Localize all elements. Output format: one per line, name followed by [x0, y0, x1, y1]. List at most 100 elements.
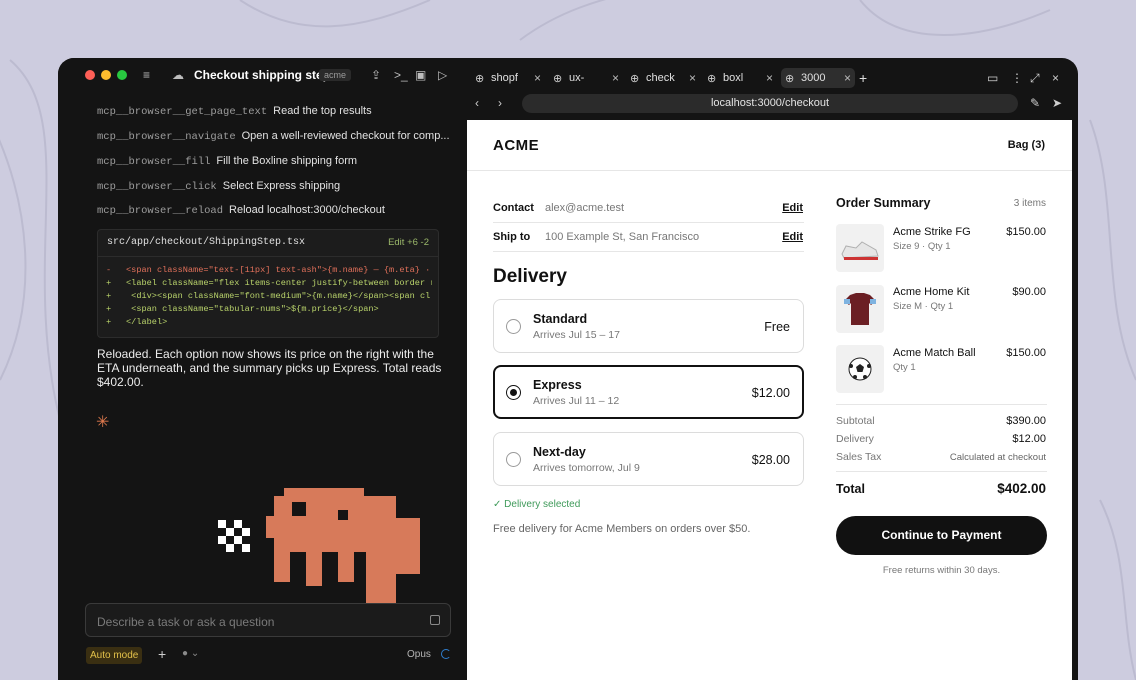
prompt-placeholder: Describe a task or ask a question [97, 615, 275, 629]
menu-icon[interactable]: ≡ [143, 68, 150, 82]
close-icon[interactable]: × [1052, 71, 1059, 85]
divider [493, 251, 804, 252]
model-selector[interactable]: Opus [407, 649, 431, 660]
stop-icon[interactable] [430, 615, 440, 625]
browser-tab[interactable]: ⊕ boxl × [703, 68, 777, 88]
cloud-icon: ☁ [172, 68, 184, 82]
free-delivery-note: Free delivery for Acme Members on orders… [493, 523, 751, 535]
prompt-input[interactable]: Describe a task or ask a question [85, 603, 451, 637]
item-name: Acme Home Kit [893, 286, 970, 298]
delivery-label: Delivery [836, 433, 874, 445]
globe-icon: ⊕ [475, 73, 485, 85]
expand-icon[interactable]: ⤢ [1030, 71, 1040, 86]
item-count: 3 items [1013, 198, 1046, 209]
diff-filename: src/app/checkout/ShippingStep.tsx [107, 237, 306, 248]
diff-line: + <label className="flex items-center jus… [106, 278, 432, 288]
diff-line: + <span className="tabular-nums">${m.pri… [106, 304, 379, 314]
subtotal-value: $390.00 [1006, 415, 1046, 427]
add-icon[interactable]: + [158, 646, 166, 662]
subtotal-label: Subtotal [836, 415, 875, 427]
continue-to-payment-button[interactable]: Continue to Payment [836, 516, 1047, 555]
play-icon[interactable]: ▷ [438, 68, 447, 82]
assistant-message: Reloaded. Each option now shows its pric… [97, 347, 442, 389]
tool-call[interactable]: mcp__browser__fill Fill the Boxline shipp… [97, 155, 357, 168]
browser-pane: ⊕ shopf × ⊕ ux- × ⊕ check × ⊕ boxl × ⊕ 3 [467, 66, 1072, 680]
returns-note: Free returns within 30 days. [882, 565, 1001, 576]
terminal-icon[interactable]: >_ [394, 68, 408, 82]
item-price: $150.00 [1006, 347, 1046, 359]
tool-call[interactable]: mcp__browser__reload Reload localhost:300… [97, 204, 385, 217]
item-name: Acme Strike FG [893, 226, 971, 238]
app-window: ≡ ☁ Checkout shipping step acme ⇪ >_ ▣ ▷… [58, 58, 1078, 680]
radio-button[interactable] [506, 319, 521, 334]
close-tab-icon[interactable]: × [534, 71, 541, 85]
tax-label: Sales Tax [836, 451, 882, 463]
loading-spinner-icon [441, 649, 451, 659]
close-tab-icon[interactable]: × [766, 71, 773, 85]
code-diff[interactable]: src/app/checkout/ShippingStep.tsx Edit +… [97, 229, 439, 338]
browser-tab[interactable]: ⊕ ux- × [549, 68, 623, 88]
checkout-page: ACME Bag (3) Contact alex@acme.test Edit… [467, 120, 1072, 680]
auto-mode-toggle[interactable]: Auto mode [86, 647, 143, 664]
close-tab-icon[interactable]: × [612, 71, 619, 85]
delivery-option-next-day[interactable]: Next-day Arrives tomorrow, Jul 9 $28.00 [493, 432, 804, 486]
session-title: Checkout shipping step [194, 68, 331, 82]
close-tab-icon[interactable]: × [689, 71, 696, 85]
edit-address-link[interactable]: Edit [782, 231, 803, 243]
browser-tabbar: ⊕ shopf × ⊕ ux- × ⊕ check × ⊕ boxl × ⊕ 3 [467, 66, 1072, 120]
project-badge: acme [319, 69, 352, 81]
globe-icon: ⊕ [785, 73, 795, 85]
ship-to-value: 100 Example St, San Francisco [545, 231, 700, 243]
browser-tab[interactable]: ⊕ shopf × [471, 68, 545, 88]
tool-call[interactable]: mcp__browser__get_page_text Read the top … [97, 105, 372, 118]
forward-icon[interactable]: › [498, 96, 502, 110]
panel-icon[interactable]: ▣ [415, 68, 426, 82]
cursor-icon[interactable]: ➤ [1052, 96, 1062, 110]
zoom-window-button[interactable] [117, 70, 127, 80]
delivery-option-express[interactable]: Express Arrives Jul 11 – 12 $12.00 [493, 365, 804, 419]
url-bar[interactable]: localhost:3000/checkout [522, 94, 1018, 113]
more-icon[interactable]: ⋮ [1011, 71, 1023, 85]
item-name: Acme Match Ball [893, 347, 976, 359]
divider [493, 222, 804, 223]
delivery-option-standard[interactable]: Standard Arrives Jul 15 – 17 Free [493, 299, 804, 353]
divider [98, 256, 438, 257]
delivery-heading: Delivery [493, 266, 567, 287]
globe-icon: ⊕ [630, 73, 640, 85]
brand-logo[interactable]: ACME [493, 137, 539, 154]
close-tab-icon[interactable]: × [844, 71, 851, 85]
minimize-window-button[interactable] [101, 70, 111, 80]
mic-icon[interactable]: ● ⌄ [182, 648, 199, 659]
diff-line: + </label> [106, 317, 168, 327]
tool-call[interactable]: mcp__browser__click Select Express shippi… [97, 180, 340, 193]
back-icon[interactable]: ‹ [475, 96, 479, 110]
item-meta: Size M · Qty 1 [893, 301, 954, 312]
total-value: $402.00 [997, 481, 1046, 496]
contact-label: Contact [493, 202, 534, 214]
ship-to-label: Ship to [493, 231, 531, 243]
tool-call[interactable]: mcp__browser__navigate Open a well-review… [97, 130, 450, 143]
agent-titlebar: ≡ ☁ Checkout shipping step acme ⇪ >_ ▣ ▷ [58, 58, 466, 92]
delivery-value: $12.00 [1012, 433, 1046, 445]
diff-line: + <div><span className="font-medium">{m.… [106, 291, 432, 301]
pencil-icon[interactable]: ✎ [1030, 96, 1040, 110]
radio-button-selected[interactable] [506, 385, 521, 400]
globe-icon: ⊕ [553, 73, 563, 85]
close-window-button[interactable] [85, 70, 95, 80]
item-price: $150.00 [1006, 226, 1046, 238]
header-divider [467, 170, 1072, 171]
divider [836, 471, 1047, 472]
globe-icon: ⊕ [707, 73, 717, 85]
radio-button[interactable] [506, 452, 521, 467]
edit-contact-link[interactable]: Edit [782, 202, 803, 214]
tab-overview-icon[interactable]: ▭ [987, 71, 998, 85]
browser-tab-active[interactable]: ⊕ 3000 × [781, 68, 855, 88]
total-label: Total [836, 482, 865, 496]
bag-link[interactable]: Bag (3) [1008, 139, 1045, 151]
tax-value: Calculated at checkout [949, 452, 1046, 463]
browser-tab[interactable]: ⊕ check × [626, 68, 700, 88]
share-icon[interactable]: ⇪ [371, 68, 381, 82]
product-image-shoe [836, 224, 884, 272]
delivery-status: ✓ Delivery selected [493, 499, 581, 510]
new-tab-icon[interactable]: + [859, 70, 867, 86]
